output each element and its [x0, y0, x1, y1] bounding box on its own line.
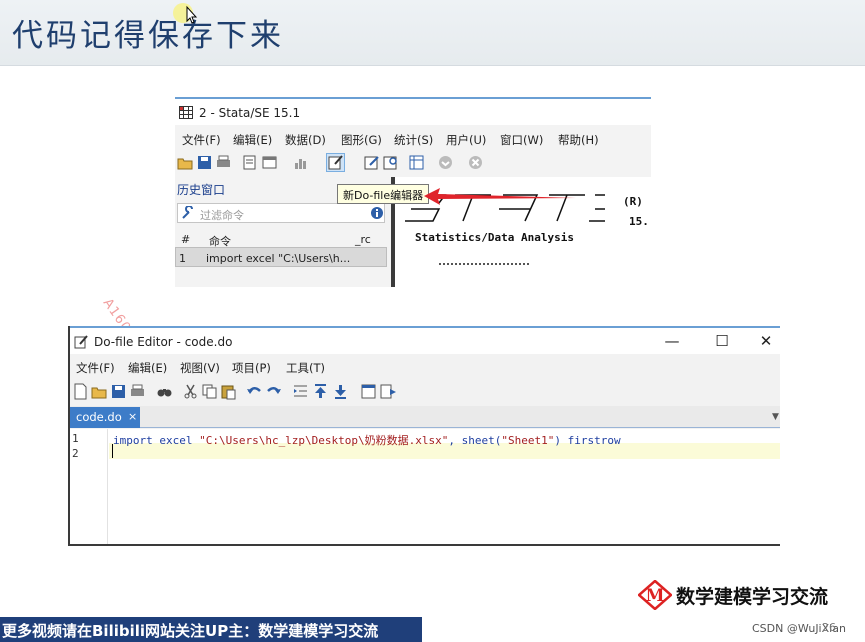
line-number: 2: [72, 447, 79, 460]
variables-manager-icon[interactable]: [408, 154, 425, 171]
graph-icon[interactable]: [292, 154, 309, 171]
data-browser-icon[interactable]: [382, 154, 399, 171]
find-icon[interactable]: [156, 383, 173, 400]
history-header: # 命令 _rc: [177, 229, 387, 249]
menu-data[interactable]: 数据(D): [285, 132, 326, 148]
menu-user[interactable]: 用户(U): [446, 132, 486, 148]
copy-icon[interactable]: [201, 383, 218, 400]
menu-statistics[interactable]: 统计(S): [394, 132, 433, 148]
tab-code-do[interactable]: code.do ×: [70, 407, 140, 428]
code-string: "Sheet1": [501, 434, 555, 447]
execute-icon[interactable]: [380, 383, 397, 400]
line-number-gutter: 1 2: [70, 429, 108, 544]
info-icon[interactable]: [370, 206, 384, 220]
stata-registered-mark: (R): [623, 195, 643, 208]
history-row-num: 1: [179, 252, 186, 265]
menu-file[interactable]: 文件(F): [182, 132, 221, 148]
history-row-command: import excel "C:\Users\h...: [206, 252, 351, 265]
more-icon[interactable]: [437, 154, 454, 171]
tab-close-icon[interactable]: ×: [128, 410, 137, 423]
wrench-icon[interactable]: [181, 206, 195, 220]
menu-help[interactable]: 帮助(H): [558, 132, 599, 148]
dofile-window-title: Do-file Editor - code.do: [94, 335, 233, 349]
save-icon[interactable]: [110, 383, 127, 400]
paste-icon[interactable]: [220, 383, 237, 400]
dofile-app-icon: [74, 335, 88, 349]
move-up-icon[interactable]: [312, 383, 329, 400]
brand-name: 数学建模学习交流: [676, 586, 829, 608]
history-row[interactable]: 1 import excel "C:\Users\h...: [175, 247, 387, 267]
stata-subtitle: Statistics/Data Analysis: [415, 231, 574, 244]
code-string: "C:\Users\hc_lzp\Desktop\奶粉数据.xlsx": [199, 434, 449, 447]
print-icon[interactable]: [129, 383, 146, 400]
save-icon[interactable]: [196, 154, 213, 171]
do-menu-edit[interactable]: 编辑(E): [128, 360, 167, 376]
open-icon[interactable]: [177, 154, 194, 171]
dofile-editor-icon[interactable]: [326, 153, 345, 172]
stata-window-title: 2 - Stata/SE 15.1: [199, 106, 301, 120]
slide-title: 代码记得保存下来: [12, 18, 284, 54]
close-button[interactable]: ✕: [756, 332, 776, 350]
code-text: ) firstrow: [554, 434, 621, 447]
dofile-titlebar: Do-file Editor - code.do — ☐ ✕: [70, 328, 780, 354]
show-file-icon[interactable]: [360, 383, 377, 400]
stata-version: 15.:: [629, 215, 651, 228]
dofile-menubar: 文件(F) 编辑(E) 视图(V) 项目(P) 工具(T): [70, 356, 780, 378]
line-number: 1: [72, 432, 79, 445]
data-editor-icon[interactable]: [363, 154, 380, 171]
cut-icon[interactable]: [182, 383, 199, 400]
tab-dropdown-icon[interactable]: ▼: [772, 412, 779, 422]
stata-app-icon: [179, 106, 193, 119]
slide-header: 代码记得保存下来: [0, 0, 865, 66]
history-label: 历史窗口: [177, 183, 226, 197]
history-col-rc[interactable]: _rc: [355, 233, 371, 246]
code-line-1: import excel "C:\Users\hc_lzp\Desktop\奶粉…: [113, 432, 621, 448]
new-file-icon[interactable]: [72, 383, 89, 400]
svg-text:M: M: [646, 586, 665, 606]
dofile-editor-window: Do-file Editor - code.do — ☐ ✕ 文件(F) 编辑(…: [68, 326, 780, 546]
dofile-tabbar: code.do × ▼: [70, 406, 780, 428]
maximize-button[interactable]: ☐: [712, 332, 732, 350]
code-text: , sheet(: [448, 434, 502, 447]
menu-edit[interactable]: 编辑(E): [233, 132, 272, 148]
do-menu-project[interactable]: 项目(P): [232, 360, 271, 376]
page-number: 26: [822, 621, 836, 634]
viewer-icon[interactable]: [261, 154, 278, 171]
text-caret: [112, 444, 113, 458]
code-editor[interactable]: 1 2 import excel "C:\Users\hc_lzp\Deskto…: [70, 429, 780, 544]
move-down-icon[interactable]: [332, 383, 349, 400]
do-menu-tools[interactable]: 工具(T): [286, 360, 325, 376]
bottom-banner: 更多视频请在Bilibili网站关注UP主：数学建模学习交流: [0, 617, 422, 642]
log-icon[interactable]: [241, 154, 258, 171]
annotation-arrow-icon: [424, 188, 576, 205]
stata-menubar: 文件(F) 编辑(E) 数据(D) 图形(G) 统计(S) 用户(U) 窗口(W…: [175, 127, 651, 149]
print-icon[interactable]: [215, 154, 232, 171]
redo-icon[interactable]: [265, 383, 282, 400]
tab-label: code.do: [76, 410, 122, 424]
stata-titlebar: 2 - Stata/SE 15.1: [175, 99, 651, 125]
dofile-editor-tooltip: 新Do-file编辑器: [337, 184, 430, 204]
mouse-cursor-icon: [173, 3, 198, 24]
code-keyword: import excel: [113, 434, 200, 447]
history-col-num[interactable]: #: [181, 233, 190, 246]
brand-logo-icon: M: [638, 580, 672, 610]
minimize-button[interactable]: —: [662, 332, 682, 350]
open-icon[interactable]: [91, 383, 108, 400]
stata-toolbar: [175, 151, 651, 175]
filter-placeholder: 过滤命令: [200, 209, 244, 222]
dofile-toolbar: [70, 380, 780, 404]
undo-icon[interactable]: [246, 383, 263, 400]
do-menu-view[interactable]: 视图(V): [180, 360, 220, 376]
menu-window[interactable]: 窗口(W): [500, 132, 543, 148]
break-icon[interactable]: [467, 154, 484, 171]
indent-icon[interactable]: [292, 383, 309, 400]
history-filter-input[interactable]: 过滤命令: [177, 203, 385, 223]
do-menu-file[interactable]: 文件(F): [76, 360, 115, 376]
menu-graphics[interactable]: 图形(G): [341, 132, 382, 148]
